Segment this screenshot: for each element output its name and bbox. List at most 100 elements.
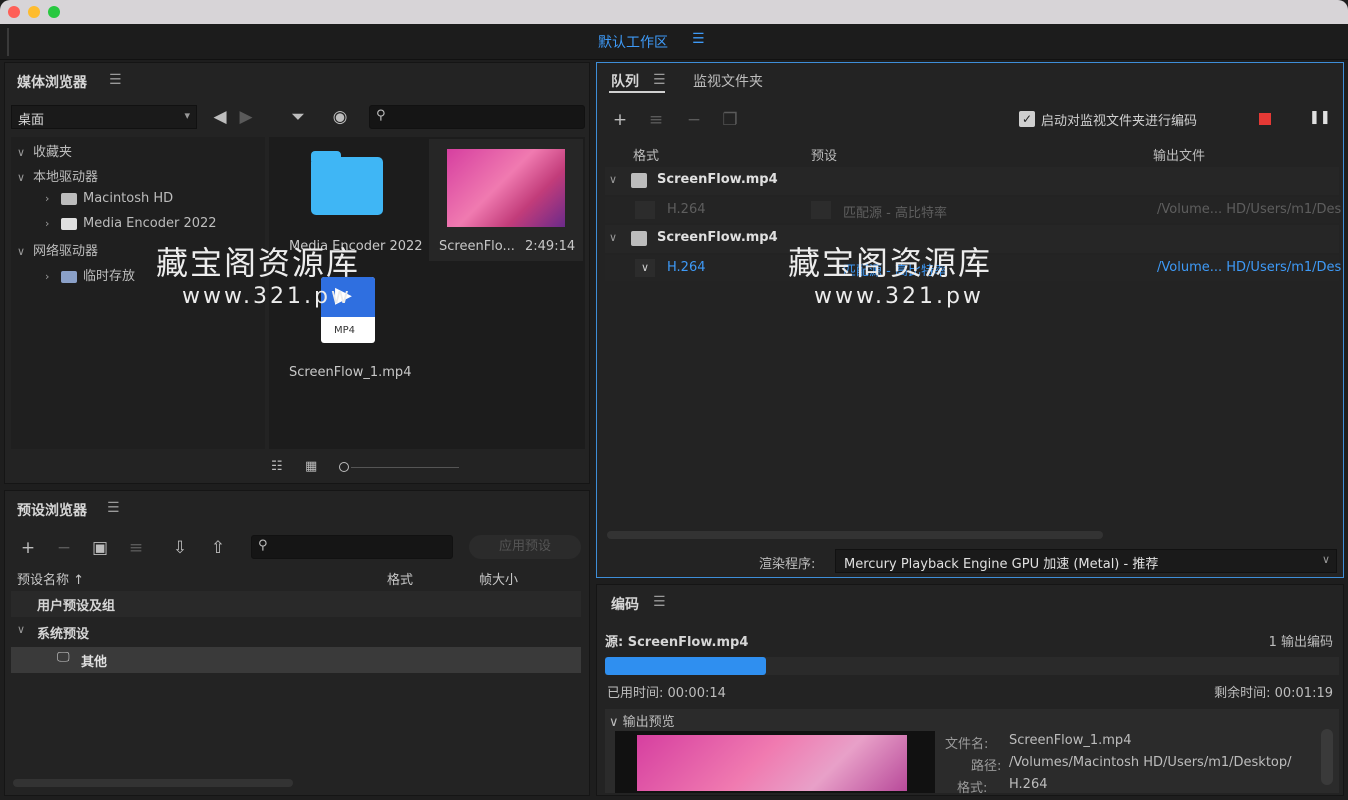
output-preset[interactable]: 匹配源 - 高比特率 (843, 260, 947, 279)
apply-preset-button[interactable]: 应用预设 (469, 535, 581, 559)
queue-item-output[interactable]: ∨ H.264 匹配源 - 高比特率 /Volume... HD/Users/m… (605, 255, 1341, 281)
output-path[interactable]: /Volume... HD/Users/m1/Des (1157, 202, 1341, 217)
settings-icon[interactable]: ≡ (125, 537, 147, 559)
export-icon[interactable]: ⇧ (207, 537, 229, 559)
zoom-slider-handle[interactable] (339, 462, 349, 472)
remove-icon[interactable]: − (683, 109, 705, 131)
auto-encode-checkbox[interactable]: ✓ (1019, 111, 1035, 127)
media-browser-panel: 媒体浏览器 ☰ 桌面 ▾ ◀ ▶ ⏷ ◉ ⚲ ∨ 收藏夹 ∨ 本地驱动器 › Maci… (4, 62, 590, 484)
media-grid: Media Encoder 2022 ScreenFlo... 2:49:14 … (269, 137, 585, 449)
output-preview-toggle[interactable]: ∨ 输出预览 (609, 711, 675, 730)
drive-icon (61, 192, 77, 205)
add-icon[interactable]: + (609, 109, 631, 131)
file-name-value: ScreenFlow_1.mp4 (1009, 733, 1132, 748)
horizontal-scrollbar[interactable] (13, 779, 293, 787)
media-search-input[interactable]: ⚲ (369, 105, 585, 129)
zoom-window-button[interactable] (48, 6, 60, 18)
video-file-icon (631, 231, 647, 246)
list-view-icon[interactable]: ☷ (271, 459, 283, 474)
column-frame-size[interactable]: 帧大小 (479, 569, 518, 588)
output-path[interactable]: /Volume... HD/Users/m1/Des (1157, 260, 1341, 275)
tab-queue[interactable]: 队列 ☰ (609, 71, 666, 93)
media-item-mp4[interactable]: ▶ MP4 ScreenFlow_1.mp4 (271, 263, 425, 385)
queue-item-output[interactable]: H.264 匹配源 - 高比特率 /Volume... HD/Users/m1/… (605, 197, 1341, 223)
elapsed-time: 已用时间: 00:00:14 (607, 686, 726, 701)
preset-dropdown[interactable] (811, 201, 831, 219)
column-format[interactable]: 格式 (633, 145, 659, 164)
tree-temp[interactable]: › 临时存放 (45, 265, 135, 284)
tree-local-drives[interactable]: ∨ 本地驱动器 (17, 166, 98, 185)
preset-browser-panel: 预设浏览器 ☰ + − ▣ ≡ ⇩ ⇧ ⚲ 应用预设 预设名称 ↑ 格式 帧大小… (4, 490, 590, 796)
back-arrow-icon[interactable]: ◀ (209, 106, 231, 128)
encoding-panel: 编码 ☰ 源: ScreenFlow.mp4 1 输出编码 已用时间: 00:0… (596, 584, 1344, 796)
panel-menu-icon[interactable]: ☰ (109, 72, 122, 88)
stop-queue-button[interactable] (1259, 113, 1271, 125)
format-dropdown[interactable]: ∨ (635, 259, 655, 277)
grip-handle[interactable] (7, 28, 9, 56)
output-preset[interactable]: 匹配源 - 高比特率 (843, 202, 947, 221)
output-format[interactable]: H.264 (667, 202, 706, 217)
minimize-window-button[interactable] (28, 6, 40, 18)
renderer-dropdown[interactable]: Mercury Playback Engine GPU 加速 (Metal) -… (835, 549, 1337, 573)
duplicate-icon[interactable]: ❐ (719, 109, 741, 131)
workspace-title[interactable]: 默认工作区 (598, 32, 668, 52)
add-icon[interactable]: + (17, 537, 39, 559)
format-dropdown[interactable] (635, 201, 655, 219)
window-titlebar (0, 0, 1348, 24)
chevron-down-icon: ∨ (1321, 553, 1330, 566)
chevron-down-icon: ∨ (17, 245, 26, 258)
location-dropdown[interactable]: 桌面 ▾ (11, 105, 197, 129)
tree-network-drives[interactable]: ∨ 网络驱动器 (17, 240, 98, 259)
format-label: 格式: (957, 781, 988, 796)
zoom-slider-track[interactable] (351, 467, 459, 468)
tree-label: 收藏夹 (33, 145, 73, 160)
tree-drive-macintosh[interactable]: › Macintosh HD (45, 191, 173, 206)
renderer-value: Mercury Playback Engine GPU 加速 (Metal) -… (844, 557, 1159, 572)
button-label: 应用预设 (498, 539, 551, 554)
tree-label: Media Encoder 2022 (83, 216, 217, 231)
remove-icon[interactable]: − (53, 537, 75, 559)
pause-queue-button[interactable]: ❚❚ (1309, 110, 1331, 125)
chevron-down-icon: ∨ (609, 173, 618, 186)
column-preset[interactable]: 预设 (811, 145, 837, 164)
forward-arrow-icon[interactable]: ▶ (235, 106, 257, 128)
media-item-video[interactable]: ScreenFlo... 2:49:14 (429, 139, 583, 261)
panel-menu-icon[interactable]: ☰ (653, 594, 666, 610)
auto-encode-label: 启动对监视文件夹进行编码 (1041, 114, 1198, 129)
chevron-right-icon: › (45, 217, 50, 230)
column-output-file[interactable]: 输出文件 (1153, 145, 1205, 164)
import-icon[interactable]: ⇩ (169, 537, 191, 559)
media-item-folder[interactable]: Media Encoder 2022 (271, 139, 425, 261)
close-window-button[interactable] (8, 6, 20, 18)
vertical-scrollbar[interactable] (1321, 729, 1333, 785)
column-format[interactable]: 格式 (387, 569, 413, 588)
tab-watch-folders[interactable]: 监视文件夹 (693, 71, 763, 91)
icon-view-icon[interactable]: ▦ (305, 459, 317, 474)
filter-icon[interactable]: ⏷ (287, 106, 309, 128)
chevron-down-icon: ∨ (17, 171, 26, 184)
preset-search-input[interactable]: ⚲ (251, 535, 453, 559)
tree-favorites[interactable]: ∨ 收藏夹 (17, 141, 72, 160)
horizontal-scrollbar[interactable] (607, 531, 1103, 539)
preset-group-system[interactable]: ∨ 系统预设 (11, 619, 581, 645)
workspace-menu-icon[interactable]: ☰ (692, 31, 705, 47)
section-label: 输出预览 (622, 715, 675, 730)
preset-group-user[interactable]: 用户预设及组 (11, 591, 581, 617)
eye-icon[interactable]: ◉ (329, 106, 351, 128)
tree-drive-media-encoder[interactable]: › Media Encoder 2022 (45, 216, 217, 231)
tree-label: 网络驱动器 (33, 244, 99, 259)
settings-icon[interactable]: ≡ (645, 109, 667, 131)
format-value: H.264 (1009, 777, 1048, 792)
queue-item-source[interactable]: ∨ ScreenFlow.mp4 (605, 167, 1339, 195)
queue-item-source[interactable]: ∨ ScreenFlow.mp4 (605, 225, 1339, 253)
encoding-progress-bar (605, 657, 1339, 675)
group-icon[interactable]: ▣ (89, 537, 111, 559)
preset-label: 其他 (81, 655, 108, 670)
output-format[interactable]: H.264 (667, 260, 706, 275)
media-item-name: ScreenFlo... (439, 239, 515, 254)
preset-item-other[interactable]: 🖵 其他 (11, 647, 581, 673)
panel-menu-icon[interactable]: ☰ (653, 72, 666, 88)
panel-menu-icon[interactable]: ☰ (107, 500, 120, 516)
search-icon: ⚲ (376, 108, 386, 123)
column-preset-name[interactable]: 预设名称 ↑ (17, 569, 84, 588)
